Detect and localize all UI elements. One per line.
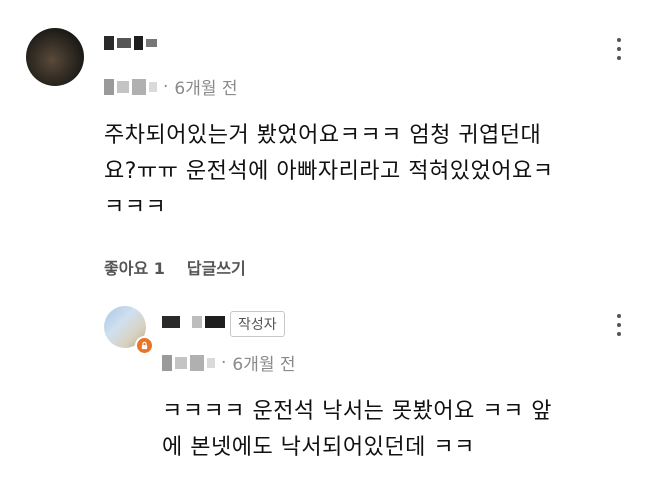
- reply-line: 에 본넷에도 낙서되어있던데 ㅋㅋ: [162, 435, 475, 460]
- author-badge: 작성자: [230, 311, 285, 337]
- comment-line: 요?ㅠㅠ 운전석에 아빠자리라고 적혀있었어요ㅋ: [104, 159, 554, 184]
- comment-time: 6개월 전: [174, 79, 238, 99]
- comment-line: ㅋㅋㅋ: [104, 195, 167, 220]
- meta-separator: ·: [221, 352, 227, 373]
- avatar[interactable]: [26, 28, 84, 86]
- reply-text: ㅋㅋㅋㅋ 운전석 낙서는 못봤어요 ㅋㅋ 앞 에 본넷에도 낙서되어있던데 ㅋㅋ: [162, 394, 552, 466]
- username-redacted[interactable]: [104, 36, 157, 50]
- more-vert-icon[interactable]: [616, 38, 622, 60]
- more-vert-icon[interactable]: [616, 314, 622, 336]
- comment-meta: · 6개월 전: [104, 74, 238, 99]
- reply-username-redacted[interactable]: [162, 316, 225, 328]
- reply-button[interactable]: 답글쓰기: [187, 255, 246, 279]
- comment-text: 주차되어있는거 봤었어요ㅋㅋㅋ 엄청 귀엽던대 요?ㅠㅠ 운전석에 아빠자리라고…: [104, 118, 553, 226]
- like-button[interactable]: 좋아요 1: [104, 255, 165, 279]
- lock-icon: [135, 336, 154, 355]
- id-redacted: [104, 78, 157, 95]
- comment-line: 주차되어있는거 봤었어요ㅋㅋㅋ 엄청 귀엽던대: [104, 123, 542, 148]
- comment-actions: 좋아요 1 답글쓰기: [104, 255, 246, 279]
- meta-separator: ·: [163, 76, 169, 97]
- reply-id-redacted: [162, 354, 215, 371]
- reply-meta: · 6개월 전: [162, 350, 296, 375]
- reply-line: ㅋㅋㅋㅋ 운전석 낙서는 못봤어요 ㅋㅋ 앞: [162, 399, 553, 424]
- reply-time: 6개월 전: [232, 355, 296, 375]
